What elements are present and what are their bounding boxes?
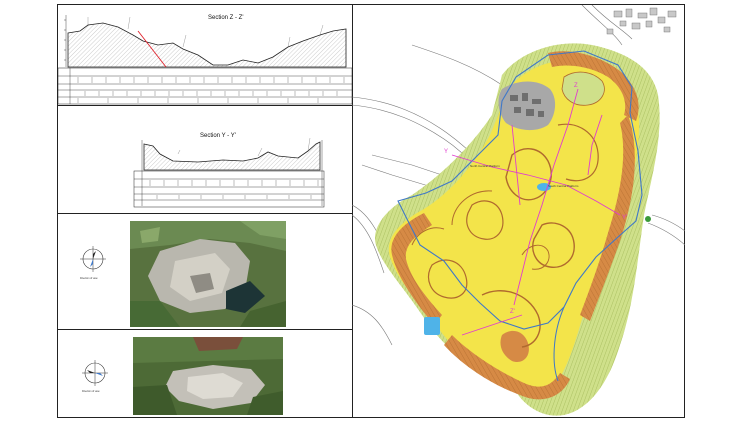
section-zz-profile bbox=[58, 15, 352, 105]
left-column: Section Z - Z' Section Y - Y' Direction … bbox=[58, 5, 353, 417]
quarry-site-plan: Y Y' Z Z' North Central Platform South C… bbox=[352, 5, 685, 417]
compass-caption: Direction of view bbox=[82, 390, 100, 393]
svg-text:Z': Z' bbox=[510, 309, 515, 315]
compass-rose-icon bbox=[82, 360, 108, 386]
svg-text:Y: Y bbox=[444, 149, 448, 155]
section-zz-panel: Section Z - Z' bbox=[58, 5, 352, 106]
water-pond bbox=[424, 317, 440, 335]
compass-caption: Direction of view bbox=[80, 277, 98, 280]
section-yy-profile bbox=[133, 137, 325, 208]
north-central-platform-label: North Central Platform bbox=[470, 164, 500, 168]
survey-marker bbox=[645, 216, 651, 222]
compass-rose-icon bbox=[80, 246, 106, 272]
site-plan-drawing: Y Y' Z Z' North Central Platform South C… bbox=[352, 5, 685, 416]
section-yy-panel: Section Y - Y' bbox=[58, 106, 352, 214]
svg-text:Z: Z bbox=[574, 83, 578, 89]
svg-text:Y': Y' bbox=[622, 215, 627, 221]
south-central-platform-label: South Central Platform bbox=[548, 184, 579, 188]
processing-plant-area bbox=[498, 81, 556, 131]
drawing-sheet: Section Z - Z' Section Y - Y' Direction … bbox=[57, 4, 685, 418]
aerial-photo-2 bbox=[133, 337, 283, 415]
aerial-view-panel-2: Direction of view bbox=[58, 330, 352, 417]
aerial-view-panel-1: Direction of view bbox=[58, 214, 352, 330]
aerial-photo-1 bbox=[130, 221, 286, 327]
town-buildings bbox=[606, 7, 677, 35]
